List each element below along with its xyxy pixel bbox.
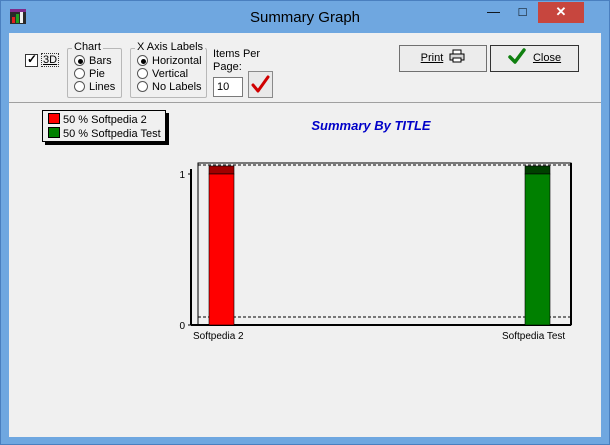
- minimize-button[interactable]: —: [480, 2, 507, 23]
- bar-chart: 0 1 Softpedia 2 Softpedia Test: [179, 162, 572, 342]
- client-area: ✓ 3D Chart Bars Pie Lines X Axis Labels H…: [9, 33, 601, 437]
- y-tick-label: 1: [179, 170, 185, 181]
- x-category-label: Softpedia Test: [502, 331, 565, 342]
- y-tick-label: 0: [179, 321, 185, 332]
- summary-graph-window: Summary Graph — □ ✕ ✓ 3D Chart Bars Pie L…: [0, 0, 610, 445]
- maximize-button[interactable]: □: [509, 2, 536, 23]
- plot-back-wall: [197, 162, 572, 326]
- bar-top-face: [208, 165, 235, 175]
- bar-top-face: [524, 165, 551, 175]
- close-window-button[interactable]: ✕: [538, 2, 584, 23]
- x-category-label: Softpedia 2: [193, 331, 244, 342]
- bar: [524, 173, 551, 326]
- title-bar[interactable]: Summary Graph — □ ✕: [1, 1, 609, 33]
- bar: [208, 173, 235, 326]
